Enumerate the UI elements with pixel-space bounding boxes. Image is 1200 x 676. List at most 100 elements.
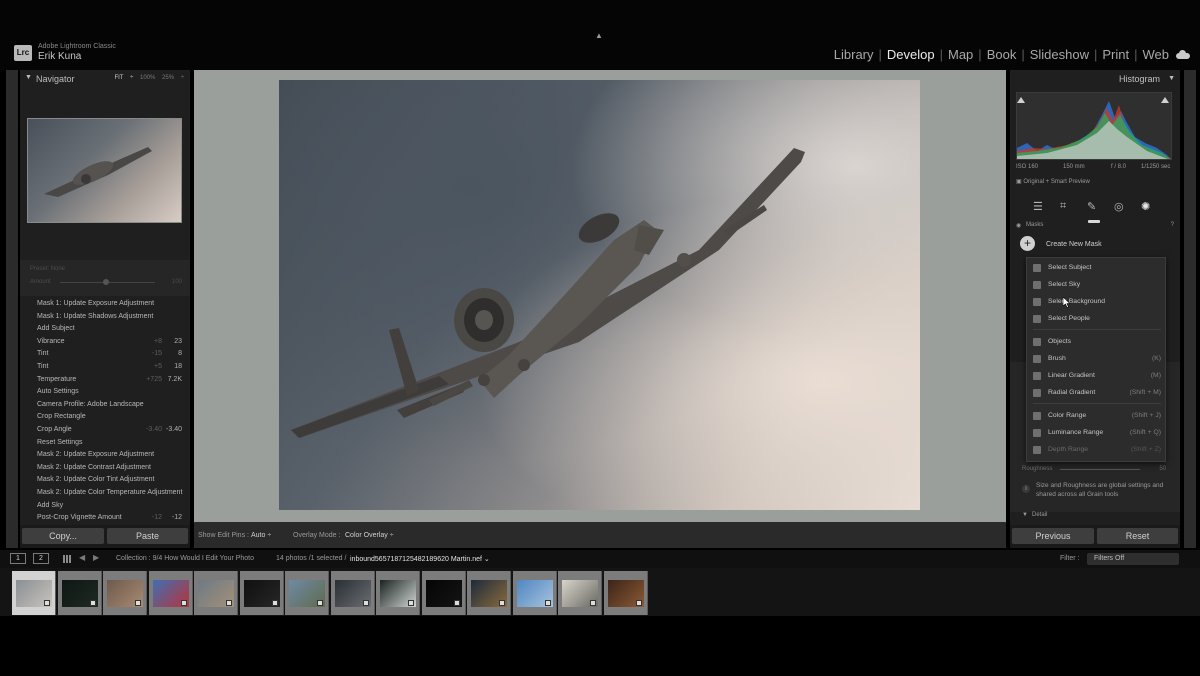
grid-view-icon[interactable] xyxy=(63,555,71,563)
history-item[interactable]: Mask 2: Update Exposure Adjustment xyxy=(20,449,190,462)
histogram-graph[interactable] xyxy=(1016,92,1172,160)
left-panel-toggle[interactable] xyxy=(6,70,18,548)
roughness-value[interactable]: 50 xyxy=(1159,466,1166,472)
zoom-fit-option[interactable]: FIT ÷ xyxy=(114,75,133,81)
history-item[interactable]: Mask 1: Update Shadows Adjustment xyxy=(20,311,190,324)
history-item[interactable]: Add Sky xyxy=(20,500,190,513)
zoom-25-option[interactable]: 25% xyxy=(162,75,174,81)
module-develop[interactable]: Develop xyxy=(887,47,935,62)
secondary-display-button[interactable]: 2 xyxy=(33,553,49,564)
menu-item-select-sky[interactable]: Select Sky xyxy=(1027,277,1167,292)
redeye-icon[interactable]: ◎ xyxy=(1114,200,1126,213)
history-item[interactable]: Post-Crop Vignette Amount -12 -12 xyxy=(20,512,190,525)
menu-item-color-range[interactable]: Color Range (Shift + J) xyxy=(1027,408,1167,423)
filter-dropdown[interactable]: Filters Off xyxy=(1087,553,1179,565)
menu-item-objects[interactable]: Objects xyxy=(1027,334,1167,349)
copy-button[interactable]: Copy... xyxy=(22,528,104,544)
history-item[interactable]: Mask 2: Update Color Temperature Adjustm… xyxy=(20,487,190,500)
menu-item-brush[interactable]: Brush (K) xyxy=(1027,351,1167,366)
menu-separator xyxy=(1033,403,1161,404)
module-web[interactable]: Web xyxy=(1143,47,1170,62)
menu-item-linear-gradient[interactable]: Linear Gradient (M) xyxy=(1027,368,1167,383)
create-new-mask-label[interactable]: Create New Mask xyxy=(1046,241,1102,248)
filmstrip-thumbnail[interactable] xyxy=(421,571,466,615)
eye-icon[interactable]: ◉ xyxy=(1016,222,1021,229)
menu-item-shortcut: (Shift + J) xyxy=(1131,412,1161,419)
history-item[interactable]: Add Subject xyxy=(20,323,190,336)
roughness-slider[interactable] xyxy=(1060,469,1140,470)
filmstrip-thumbnail[interactable] xyxy=(12,571,56,615)
highlight-clipping-icon xyxy=(1161,97,1169,103)
collapse-top-panel-icon[interactable]: ▲ xyxy=(595,31,603,40)
zoom-menu-icon[interactable]: ÷ xyxy=(181,75,184,81)
history-item[interactable]: Tint -15 8 xyxy=(20,348,190,361)
image-canvas[interactable]: Show Edit Pins : Auto ÷ Overlay Mode : C… xyxy=(194,70,1006,548)
filmstrip-thumbnail[interactable] xyxy=(239,571,284,615)
menu-item-select-subject[interactable]: Select Subject xyxy=(1027,260,1167,275)
next-photo-icon[interactable]: ▶ xyxy=(93,553,99,562)
collapse-triangle-icon[interactable]: ▼ xyxy=(1022,512,1028,518)
history-item[interactable]: Auto Settings xyxy=(20,386,190,399)
objects-icon xyxy=(1033,338,1041,346)
navigator-preview[interactable] xyxy=(27,118,182,223)
module-slideshow[interactable]: Slideshow xyxy=(1030,47,1089,62)
history-item[interactable]: Mask 2: Update Color Tint Adjustment xyxy=(20,474,190,487)
history-item[interactable]: Mask 2: Update Contrast Adjustment xyxy=(20,462,190,475)
paste-button[interactable]: Paste xyxy=(107,528,188,544)
filmstrip-thumbnail[interactable] xyxy=(376,571,420,615)
detail-header[interactable]: ▼ Detail xyxy=(1010,510,1180,522)
selected-filename[interactable]: inbound5657187125482189620 Martin.nef ⌄ xyxy=(350,555,490,563)
filmstrip-thumbnail[interactable] xyxy=(603,571,648,615)
show-edit-pins-dropdown[interactable]: Auto ÷ xyxy=(251,532,271,539)
edit-sliders-icon[interactable]: ☰ xyxy=(1033,200,1045,213)
overlay-mode-dropdown[interactable]: Color Overlay ÷ xyxy=(345,532,394,539)
filmstrip-thumbnail[interactable] xyxy=(285,571,329,615)
edited-badge-icon xyxy=(499,600,505,606)
filmstrip-thumbnail[interactable] xyxy=(103,571,147,615)
filmstrip-thumbnail[interactable] xyxy=(194,571,238,615)
user-name[interactable]: Erik Kuna xyxy=(38,51,81,62)
collapse-triangle-icon[interactable]: ▼ xyxy=(25,74,32,81)
history-item[interactable]: Crop Rectangle xyxy=(20,411,190,424)
reset-button[interactable]: Reset xyxy=(1097,528,1178,544)
menu-item-luminance-range[interactable]: Luminance Range (Shift + Q) xyxy=(1027,425,1167,440)
menu-item-select-background[interactable]: Select Background xyxy=(1027,294,1167,309)
filmstrip-thumbnail[interactable] xyxy=(558,571,602,615)
history-item[interactable]: Reset Settings xyxy=(20,437,190,450)
navigator-header[interactable]: ▼ Navigator FIT ÷ 100% 25% ÷ xyxy=(20,70,190,86)
create-new-mask-button[interactable]: + xyxy=(1020,236,1035,251)
crop-icon[interactable]: ⌗ xyxy=(1060,200,1072,212)
module-print[interactable]: Print xyxy=(1102,47,1129,62)
cloud-sync-icon[interactable] xyxy=(1176,50,1190,59)
module-book[interactable]: Book xyxy=(987,47,1017,62)
filmstrip-thumbnail[interactable] xyxy=(512,571,557,615)
collapse-triangle-icon[interactable]: ▼ xyxy=(1168,75,1175,82)
help-icon[interactable]: ? xyxy=(1171,222,1174,228)
module-library[interactable]: Library xyxy=(834,47,874,62)
history-item[interactable]: Temperature +725 7.2K xyxy=(20,374,190,387)
history-item[interactable]: Tint +5 18 xyxy=(20,361,190,374)
menu-item-radial-gradient[interactable]: Radial Gradient (Shift + M) xyxy=(1027,385,1167,400)
zoom-100-option[interactable]: 100% xyxy=(140,75,155,81)
previous-photo-icon[interactable]: ◀ xyxy=(79,553,85,562)
navigator-zoom-options[interactable]: FIT ÷ 100% 25% ÷ xyxy=(114,75,184,81)
history-item[interactable]: Crop Angle -3.40 -3.40 xyxy=(20,424,190,437)
main-photo[interactable] xyxy=(279,80,920,510)
filmstrip-thumbnail[interactable] xyxy=(57,571,102,615)
previous-button[interactable]: Previous xyxy=(1012,528,1094,544)
collection-source[interactable]: Collection : 9/4 How Would I Edit Your P… xyxy=(116,555,254,562)
masking-icon[interactable]: ✺ xyxy=(1141,200,1153,213)
module-map[interactable]: Map xyxy=(948,47,973,62)
history-item[interactable]: Camera Profile: Adobe Landscape xyxy=(20,399,190,412)
filmstrip-thumbnail[interactable] xyxy=(467,571,511,615)
menu-item-label: Select Sky xyxy=(1048,281,1081,288)
filmstrip-thumbnail[interactable] xyxy=(330,571,375,615)
primary-display-button[interactable]: 1 xyxy=(10,553,26,564)
menu-item-select-people[interactable]: Select People xyxy=(1027,311,1167,326)
filmstrip-thumbnail[interactable] xyxy=(148,571,193,615)
heal-icon[interactable]: ✎ xyxy=(1087,200,1099,213)
right-panel-toggle[interactable] xyxy=(1184,70,1196,548)
top-bar: Lrc Adobe Lightroom Classic Erik Kuna ▲ … xyxy=(0,0,1200,70)
history-item[interactable]: Vibrance +8 23 xyxy=(20,336,190,349)
history-item[interactable]: Mask 1: Update Exposure Adjustment xyxy=(20,298,190,311)
